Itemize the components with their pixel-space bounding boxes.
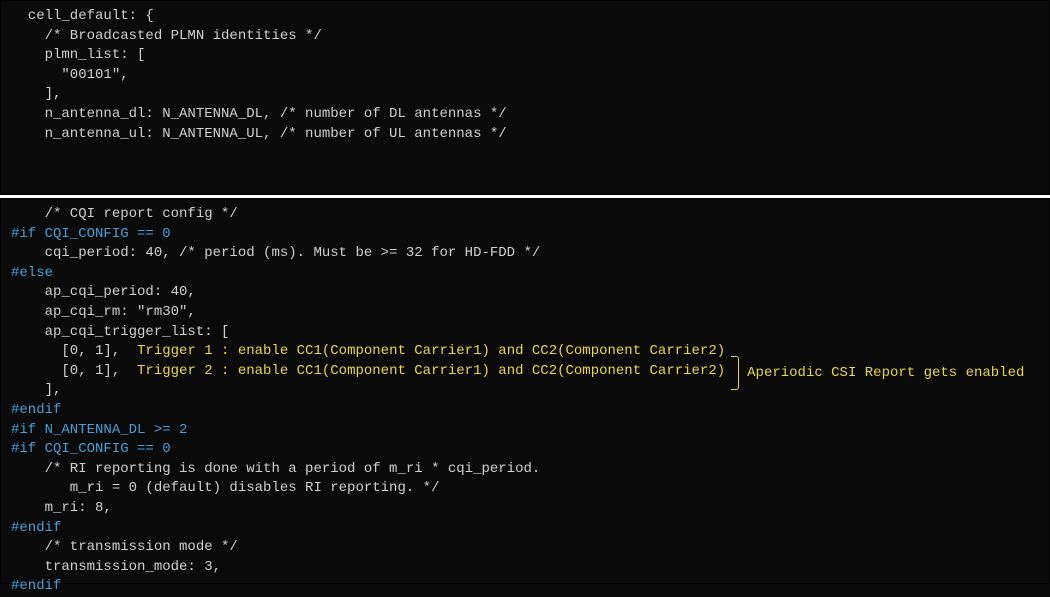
annotation-trigger-1: Trigger 1 : enable CC1(Component Carrier… [137,343,725,359]
code-line: m_ri: 8, [11,499,1039,519]
preprocessor-directive: #endif [11,577,1039,597]
code-line: m_ri = 0 (default) disables RI reporting… [11,479,1039,499]
bracket-icon [731,356,739,390]
code-line: "00101", [11,66,1039,86]
preprocessor-directive: #endif [11,519,1039,539]
code-line: /* transmission mode */ [11,538,1039,558]
code-line: ap_cqi_trigger_list: [ [11,323,1039,343]
code-line: n_antenna_ul: N_ANTENNA_UL, /* number of… [11,125,1039,145]
annotation-side-label: Aperiodic CSI Report gets enabled [747,364,1024,384]
code-text: [0, 1], [11,363,137,379]
code-line: plmn_list: [ [11,46,1039,66]
preprocessor-directive: #if CQI_CONFIG == 0 [11,440,1039,460]
code-line: ap_cqi_rm: "rm30", [11,303,1039,323]
code-line: ap_cqi_period: 40, [11,283,1039,303]
code-line: /* Broadcasted PLMN identities */ [11,27,1039,47]
preprocessor-directive: #if N_ANTENNA_DL >= 2 [11,421,1039,441]
preprocessor-directive: #if CQI_CONFIG == 0 [11,225,1039,245]
code-line: cell_default: { [11,7,1039,27]
code-line: n_antenna_dl: N_ANTENNA_DL, /* number of… [11,105,1039,125]
preprocessor-directive: #else [11,264,1039,284]
code-line: cqi_period: 40, /* period (ms). Must be … [11,244,1039,264]
code-text: [0, 1], [11,343,137,359]
annotation-trigger-2: Trigger 2 : enable CC1(Component Carrier… [137,363,725,379]
preprocessor-directive: #endif [11,401,1039,421]
code-line-trigger-1: [0, 1], Trigger 1 : enable CC1(Component… [11,342,1039,362]
code-line: /* RI reporting is done with a period of… [11,460,1039,480]
code-line: /* CQI report config */ [11,205,1039,225]
code-line: ], [11,85,1039,105]
code-pane-top: cell_default: { /* Broadcasted PLMN iden… [0,0,1050,195]
code-pane-bottom: /* CQI report config */ #if CQI_CONFIG =… [0,198,1050,584]
code-line: ], [11,381,1039,401]
code-line: transmission_mode: 3, [11,558,1039,578]
